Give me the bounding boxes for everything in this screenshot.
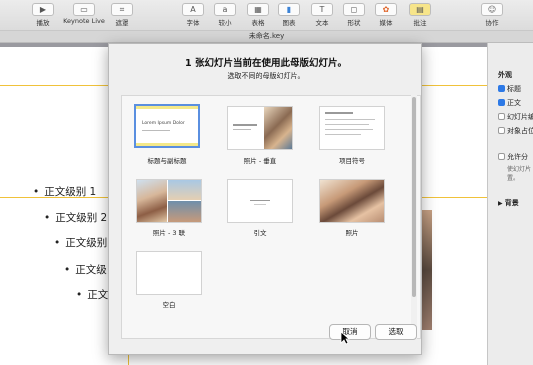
allow-layering-desc: 使幻灯片 (507, 166, 532, 173)
play-icon: ▶ (32, 3, 54, 16)
scrollbar-thumb[interactable] (412, 97, 416, 297)
dialog-subtitle: 选取不同的母版幻灯片。 (227, 72, 305, 80)
media-icon: ✿ (375, 3, 397, 16)
play-button[interactable]: ▶ 播放 (21, 3, 65, 30)
smaller-icon: a (214, 3, 236, 16)
master-title-subtitle[interactable]: Lorem Ipsum Dolor (134, 104, 200, 148)
master-photo[interactable] (319, 179, 385, 223)
collaborate-icon: ☺ (481, 3, 503, 16)
mouse-cursor-icon (340, 331, 350, 345)
comment-icon: ▤ (409, 3, 431, 16)
mask-label: 遮罩 (115, 19, 129, 27)
cancel-button[interactable]: 取消 (329, 324, 371, 340)
master-label: 标题与副标题 (147, 157, 187, 165)
bullet-level-4[interactable]: 正文级 (64, 262, 107, 277)
title-checkbox[interactable]: 标题 (498, 84, 533, 94)
inspector-panel: 外观 标题 正文 幻灯片编 对象占位 允许分 使幻灯片 置。 ▶ 背景 (487, 43, 533, 365)
thumb-title-text: Lorem Ipsum Dolor (142, 121, 185, 126)
master-photo-3up[interactable] (136, 179, 202, 223)
master-photo-vertical[interactable] (227, 106, 293, 150)
bullet-level-5[interactable]: 正文 (76, 287, 108, 302)
bullet-level-1[interactable]: 正文级别 1 (33, 184, 96, 199)
checkbox-icon (498, 85, 505, 92)
allow-layering-checkbox[interactable]: 允许分 (498, 152, 533, 162)
master-quote[interactable] (227, 179, 293, 223)
master-label: 照片 (345, 229, 359, 237)
allow-layering-desc-2: 置。 (507, 175, 520, 182)
collaborate-button[interactable]: ☺ 协作 (470, 3, 514, 30)
body-checkbox[interactable]: 正文 (498, 98, 533, 108)
keynote-live-icon: ▭ (73, 3, 95, 16)
font-icon: A (182, 3, 204, 16)
dialog-title: 1 张幻灯片当前在使用此母版幻灯片。 (185, 58, 347, 69)
slide-number-checkbox[interactable]: 幻灯片编 (498, 112, 533, 122)
choose-button[interactable]: 选取 (375, 324, 417, 340)
toolbar: ▶ 播放 ▭ Keynote Live ⌗ 遮罩 A 字体 a 较小 ▦ 表格 … (0, 0, 533, 31)
master-label: 照片 - 3 联 (152, 229, 186, 237)
master-slide-dialog: 1 张幻灯片当前在使用此母版幻灯片。 选取不同的母版幻灯片。 Lorem Ips… (108, 43, 422, 355)
master-label: 项目符号 (339, 157, 365, 165)
master-blank[interactable] (136, 251, 202, 295)
grid-scrollbar[interactable] (411, 95, 417, 339)
checkbox-icon (498, 99, 505, 106)
mask-button[interactable]: ⌗ 遮罩 (100, 3, 144, 30)
appearance-heading: 外观 (498, 71, 512, 79)
window-title: 未命名.key (0, 31, 533, 43)
master-label: 引文 (253, 229, 267, 237)
object-placeholder-checkbox[interactable]: 对象占位 (498, 126, 533, 136)
master-slide-grid: Lorem Ipsum Dolor 标题与副标题 照片 - 垂直 项目符号 照片… (121, 95, 421, 339)
checkbox-icon (498, 153, 505, 160)
play-label: 播放 (36, 19, 50, 27)
comment-label: 批注 (413, 19, 427, 27)
background-section[interactable]: ▶ 背景 (498, 198, 533, 208)
disclosure-triangle-icon: ▶ (498, 200, 505, 207)
table-icon: ▦ (247, 3, 269, 16)
master-label: 空白 (162, 301, 176, 309)
bullet-level-3[interactable]: 正文级别 (54, 235, 107, 250)
bullet-level-2[interactable]: 正文级别 2 (44, 210, 107, 225)
text-icon: T (311, 3, 333, 16)
checkbox-icon (498, 127, 505, 134)
collaborate-label: 协作 (485, 19, 499, 27)
master-label: 照片 - 垂直 (243, 157, 277, 165)
master-bullets[interactable] (319, 106, 385, 150)
shape-icon: ◻ (343, 3, 365, 16)
comment-button[interactable]: ▤ 批注 (398, 3, 442, 30)
mask-icon: ⌗ (111, 3, 133, 16)
checkbox-icon (498, 113, 505, 120)
chart-icon: ▮ (278, 3, 300, 16)
